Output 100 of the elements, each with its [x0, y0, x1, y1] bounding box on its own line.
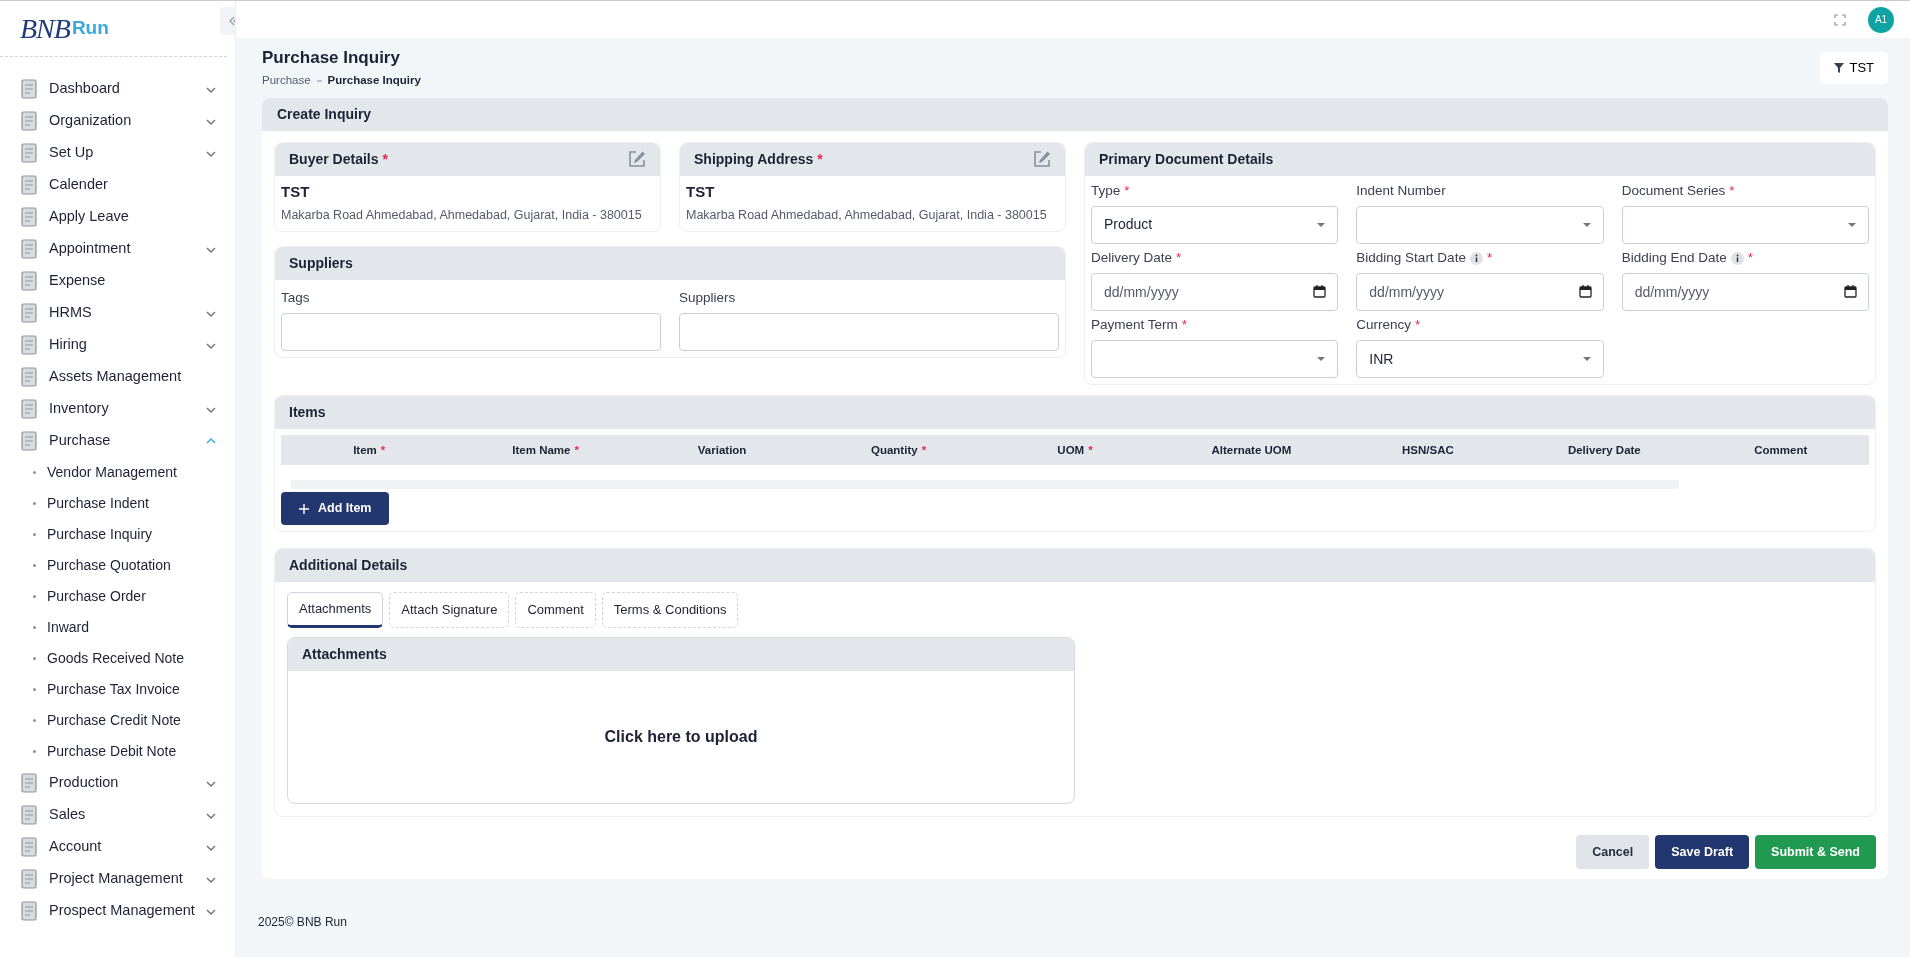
fullscreen-icon[interactable]	[1834, 13, 1846, 26]
calendar-icon	[1313, 285, 1327, 299]
logo-text: Run	[71, 16, 109, 41]
column-header: HSN/SAC	[1402, 443, 1454, 456]
input-field[interactable]	[679, 313, 1059, 352]
bullet-icon	[33, 688, 36, 691]
add-item-button[interactable]: Add Item	[281, 492, 390, 526]
sidebar-item[interactable]: Calender	[0, 169, 235, 201]
edit-icon	[1033, 150, 1051, 169]
address-text: Makarba Road Ahmedabad, Ahmedabad, Gujarat, India - 380015	[686, 207, 1048, 225]
submenu-item[interactable]: Inward	[0, 612, 235, 643]
bullet-icon	[33, 471, 36, 474]
document-icon	[18, 302, 40, 324]
sidebar-item[interactable]: Expense	[0, 265, 235, 297]
edit-button[interactable]	[628, 150, 646, 169]
bullet-icon	[33, 626, 36, 629]
document-icon	[18, 334, 40, 356]
document-icon	[18, 110, 40, 132]
breadcrumb-link[interactable]: Purchase	[262, 72, 311, 90]
upload-link[interactable]: Click here to upload	[604, 724, 758, 749]
sidebar-item[interactable]: Assets Management	[0, 361, 235, 393]
required-mark: *	[1415, 316, 1421, 335]
submenu-item[interactable]: Purchase Tax Invoice	[0, 674, 235, 705]
field-label: Payment Term	[1091, 316, 1178, 335]
sidebar-item[interactable]: Sales	[0, 799, 235, 831]
required-mark: *	[382, 150, 388, 167]
field-label: Delivery Date	[1091, 248, 1173, 267]
column-header: Comment	[1754, 443, 1808, 456]
input-field[interactable]	[281, 313, 661, 352]
edit-button[interactable]	[1033, 150, 1051, 169]
field-label: Document Series	[1621, 181, 1726, 200]
date-field[interactable]: dd/mm/yyyy	[1356, 273, 1604, 312]
card-title: Buyer Details	[289, 150, 379, 167]
submenu-item[interactable]: Purchase Indent	[0, 488, 235, 519]
submenu-item[interactable]: Purchase Credit Note	[0, 705, 235, 736]
submenu-item[interactable]: Purchase Quotation	[0, 550, 235, 581]
sidebar-item[interactable]: Purchase	[0, 425, 235, 457]
select-field[interactable]	[1356, 205, 1604, 244]
card-header: Primary Document Details	[1085, 142, 1875, 176]
required-mark: *	[574, 443, 579, 456]
filter-button[interactable]: TST	[1820, 52, 1888, 84]
sidebar-item[interactable]: Organization	[0, 105, 235, 137]
column-header: Item Name	[512, 443, 571, 456]
sidebar-item[interactable]: Inventory	[0, 393, 235, 425]
document-icon	[18, 900, 40, 922]
document-icon	[18, 430, 40, 452]
column-header: Delivery Date	[1567, 443, 1641, 456]
bullet-icon	[33, 533, 36, 536]
sidebar-item[interactable]: Prospect Management	[0, 895, 235, 927]
sidebar-item[interactable]: HRMS	[0, 297, 235, 329]
select-field[interactable]	[1621, 205, 1869, 244]
card-header: Items	[275, 396, 1875, 430]
required-mark: *	[1747, 248, 1753, 267]
column-header: Alternate UOM	[1211, 443, 1292, 456]
date-field[interactable]: dd/mm/yyyy	[1091, 273, 1339, 312]
date-field[interactable]: dd/mm/yyyy	[1621, 273, 1869, 312]
column-header: Variation	[697, 443, 747, 456]
submenu-item[interactable]: Purchase Inquiry	[0, 519, 235, 550]
edit-icon	[628, 150, 646, 169]
required-mark: *	[380, 443, 386, 456]
field-label: Suppliers	[679, 288, 737, 307]
bullet-icon	[33, 750, 36, 753]
submenu-item[interactable]: Vendor Management	[0, 457, 235, 488]
page-title: Purchase Inquiry	[262, 48, 401, 69]
document-icon	[18, 772, 40, 794]
logo-mark: BNB	[20, 11, 70, 46]
filter-icon	[1834, 62, 1845, 73]
sidebar-item[interactable]: Production	[0, 767, 235, 799]
bullet-icon	[33, 657, 36, 660]
document-icon	[18, 78, 40, 100]
tab[interactable]: Terms & Conditions	[601, 592, 739, 628]
plus-icon	[299, 503, 309, 514]
select-field[interactable]	[1091, 340, 1339, 379]
sidebar-item[interactable]: Apply Leave	[0, 201, 235, 233]
cancel-button[interactable]: Cancel	[1576, 834, 1650, 870]
calendar-icon	[1578, 285, 1592, 299]
sidebar-item[interactable]: Appointment	[0, 233, 235, 265]
required-mark: *	[1176, 248, 1182, 267]
address-text: Makarba Road Ahmedabad, Ahmedabad, Gujarat, India - 380015	[281, 207, 643, 225]
submenu-item[interactable]: Purchase Order	[0, 581, 235, 612]
buyer-name: TST	[281, 181, 311, 202]
sidebar-item[interactable]: Project Management	[0, 863, 235, 895]
sidebar-item[interactable]: Dashboard	[0, 73, 235, 105]
sidebar-item[interactable]: Account	[0, 831, 235, 863]
select-field[interactable]: Product	[1091, 205, 1339, 244]
tab[interactable]: Comment	[515, 592, 596, 628]
submenu-item[interactable]: Purchase Debit Note	[0, 736, 235, 767]
document-icon	[18, 836, 40, 858]
sidebar-item[interactable]: Hiring	[0, 329, 235, 361]
required-mark: *	[1124, 181, 1130, 200]
save-draft-button[interactable]: Save Draft	[1655, 834, 1750, 870]
tab[interactable]: Attach Signature	[389, 592, 510, 628]
document-icon	[18, 270, 40, 292]
submit-button[interactable]: Submit & Send	[1755, 834, 1876, 870]
required-mark: *	[1181, 316, 1188, 335]
submenu-item[interactable]: Goods Received Note	[0, 643, 235, 674]
select-field[interactable]: INR	[1356, 340, 1604, 379]
tab[interactable]: Attachments	[287, 592, 384, 628]
sidebar-item[interactable]: Set Up	[0, 137, 235, 169]
field-label: Indent Number	[1356, 181, 1446, 200]
